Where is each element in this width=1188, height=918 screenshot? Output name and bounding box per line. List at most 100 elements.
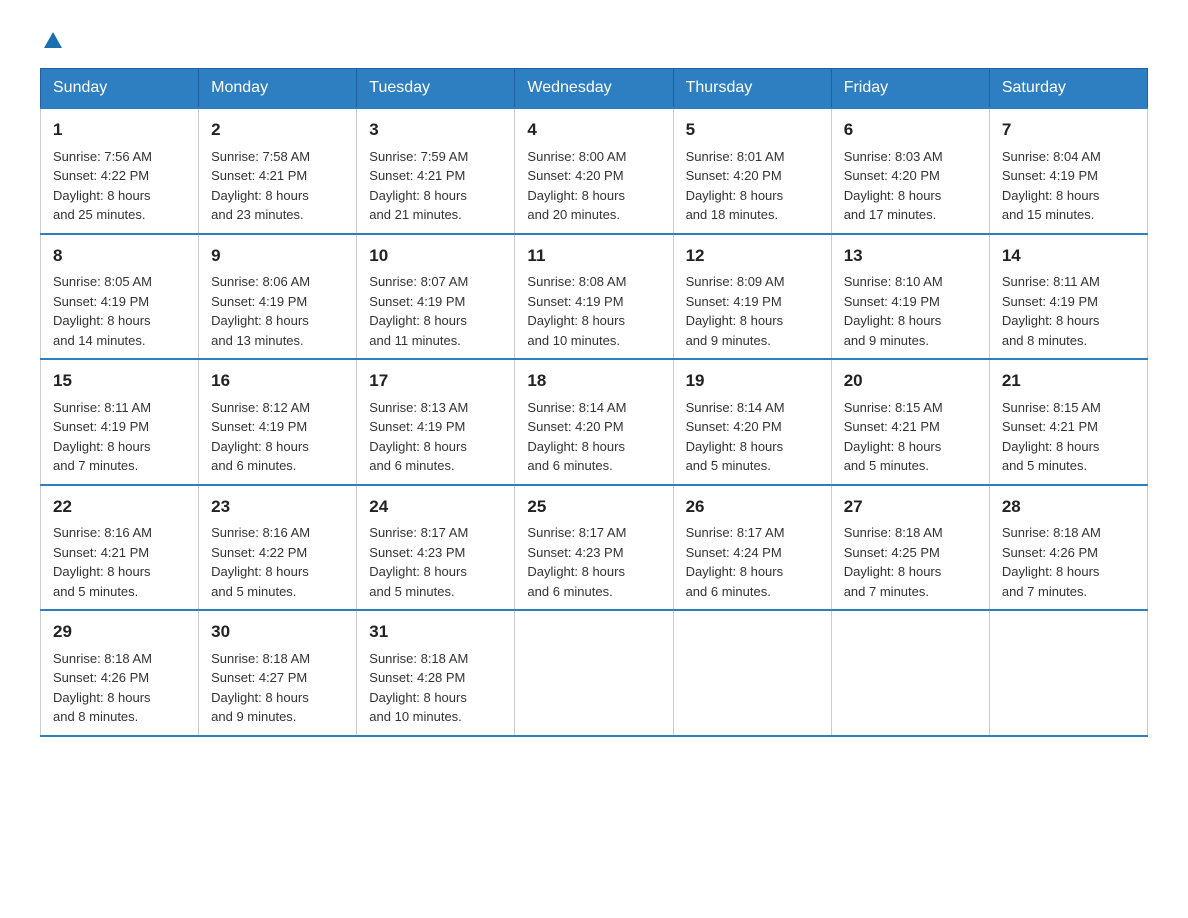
sunrise-label: Sunrise: 8:08 AM xyxy=(527,274,626,289)
sunset-label: Sunset: 4:20 PM xyxy=(686,168,782,183)
calendar-cell: 24 Sunrise: 8:17 AM Sunset: 4:23 PM Dayligh… xyxy=(357,485,515,611)
sunrise-label: Sunrise: 8:16 AM xyxy=(211,525,310,540)
sunset-label: Sunset: 4:21 PM xyxy=(211,168,307,183)
sunset-label: Sunset: 4:19 PM xyxy=(369,419,465,434)
day-number: 25 xyxy=(527,494,660,520)
day-number: 8 xyxy=(53,243,186,269)
sunset-label: Sunset: 4:20 PM xyxy=(527,168,623,183)
calendar-cell: 28Sunrise: 8:18 AMSunset: 4:26 PMDayligh… xyxy=(989,485,1147,611)
daylight-label: Daylight: 8 hoursand 15 minutes. xyxy=(1002,188,1100,223)
sunrise-label: Sunrise: 8:00 AM xyxy=(527,149,626,164)
calendar-cell xyxy=(515,610,673,736)
daylight-label: Daylight: 8 hoursand 14 minutes. xyxy=(53,313,151,348)
daylight-label: Daylight: 8 hoursand 10 minutes. xyxy=(369,690,467,725)
calendar-cell: 13 Sunrise: 8:10 AM Sunset: 4:19 PM Dayligh… xyxy=(831,234,989,360)
sunset-label: Sunset: 4:21 PM xyxy=(1002,419,1098,434)
sunset-label: Sunset: 4:23 PM xyxy=(369,545,465,560)
daylight-label: Daylight: 8 hoursand 8 minutes. xyxy=(53,690,151,725)
daylight-label: Daylight: 8 hoursand 7 minutes. xyxy=(53,439,151,474)
daylight-label: Daylight: 8 hoursand 5 minutes. xyxy=(369,564,467,599)
sunset-label: Sunset: 4:20 PM xyxy=(527,419,623,434)
daylight-label: Daylight: 8 hoursand 25 minutes. xyxy=(53,188,151,223)
day-number: 1 xyxy=(53,117,186,143)
daylight-label: Daylight: 8 hoursand 5 minutes. xyxy=(686,439,784,474)
calendar-cell: 30Sunrise: 8:18 AMSunset: 4:27 PMDayligh… xyxy=(199,610,357,736)
day-number: 14 xyxy=(1002,243,1135,269)
calendar-cell: 2Sunrise: 7:58 AMSunset: 4:21 PMDaylight… xyxy=(199,108,357,234)
sunrise-label: Sunrise: 8:05 AM xyxy=(53,274,152,289)
daylight-label: Daylight: 8 hoursand 5 minutes. xyxy=(211,564,309,599)
daylight-label: Daylight: 8 hoursand 17 minutes. xyxy=(844,188,942,223)
sunset-label: Sunset: 4:19 PM xyxy=(1002,294,1098,309)
calendar-cell xyxy=(831,610,989,736)
sunset-label: Sunset: 4:26 PM xyxy=(1002,545,1098,560)
sunrise-label: Sunrise: 8:13 AM xyxy=(369,400,468,415)
sunrise-label: Sunrise: 8:01 AM xyxy=(686,149,785,164)
daylight-label: Daylight: 8 hoursand 7 minutes. xyxy=(844,564,942,599)
sunrise-label: Sunrise: 8:03 AM xyxy=(844,149,943,164)
week-row-1: 1Sunrise: 7:56 AMSunset: 4:22 PMDaylight… xyxy=(41,108,1148,234)
sunset-label: Sunset: 4:19 PM xyxy=(686,294,782,309)
daylight-label: Daylight: 8 hoursand 20 minutes. xyxy=(527,188,625,223)
calendar-cell: 25Sunrise: 8:17 AMSunset: 4:23 PMDayligh… xyxy=(515,485,673,611)
day-number: 2 xyxy=(211,117,344,143)
day-number: 29 xyxy=(53,619,186,645)
sunrise-label: Sunrise: 8:18 AM xyxy=(844,525,943,540)
sunset-label: Sunset: 4:19 PM xyxy=(844,294,940,309)
calendar-table: Sunday Monday Tuesday Wednesday Thursday… xyxy=(40,68,1148,737)
sunset-label: Sunset: 4:21 PM xyxy=(53,545,149,560)
day-number: 24 xyxy=(369,494,502,520)
calendar-cell: 19Sunrise: 8:14 AMSunset: 4:20 PMDayligh… xyxy=(673,359,831,485)
sunset-label: Sunset: 4:19 PM xyxy=(211,294,307,309)
sunrise-label: Sunrise: 8:17 AM xyxy=(527,525,626,540)
daylight-label: Daylight: 8 hoursand 9 minutes. xyxy=(686,313,784,348)
sunrise-label: Sunrise: 8:14 AM xyxy=(527,400,626,415)
calendar-cell: 8 Sunrise: 8:05 AM Sunset: 4:19 PM Daylight… xyxy=(41,234,199,360)
calendar-cell: 15Sunrise: 8:11 AMSunset: 4:19 PMDayligh… xyxy=(41,359,199,485)
daylight-label: Daylight: 8 hoursand 9 minutes. xyxy=(844,313,942,348)
calendar-cell: 18 Sunrise: 8:14 AM Sunset: 4:20 PM Dayligh… xyxy=(515,359,673,485)
col-monday: Monday xyxy=(199,69,357,109)
day-number: 30 xyxy=(211,619,344,645)
sunrise-label: Sunrise: 8:17 AM xyxy=(369,525,468,540)
day-number: 28 xyxy=(1002,494,1135,520)
sunset-label: Sunset: 4:24 PM xyxy=(686,545,782,560)
sunrise-label: Sunrise: 8:16 AM xyxy=(53,525,152,540)
sunset-label: Sunset: 4:19 PM xyxy=(53,294,149,309)
week-row-5: 29Sunrise: 8:18 AMSunset: 4:26 PMDayligh… xyxy=(41,610,1148,736)
sunset-label: Sunset: 4:22 PM xyxy=(53,168,149,183)
day-number: 21 xyxy=(1002,368,1135,394)
calendar-cell: 22Sunrise: 8:16 AMSunset: 4:21 PMDayligh… xyxy=(41,485,199,611)
daylight-label: Daylight: 8 hoursand 5 minutes. xyxy=(53,564,151,599)
day-number: 13 xyxy=(844,243,977,269)
sunrise-label: Sunrise: 8:11 AM xyxy=(1002,274,1100,289)
calendar-cell: 12Sunrise: 8:09 AMSunset: 4:19 PMDayligh… xyxy=(673,234,831,360)
header-row: Sunday Monday Tuesday Wednesday Thursday… xyxy=(41,69,1148,109)
col-sunday: Sunday xyxy=(41,69,199,109)
col-friday: Friday xyxy=(831,69,989,109)
calendar-cell: 5Sunrise: 8:01 AMSunset: 4:20 PMDaylight… xyxy=(673,108,831,234)
daylight-label: Daylight: 8 hoursand 9 minutes. xyxy=(211,690,309,725)
sunrise-label: Sunrise: 8:15 AM xyxy=(844,400,943,415)
daylight-label: Daylight: 8 hoursand 18 minutes. xyxy=(686,188,784,223)
sunrise-label: Sunrise: 8:10 AM xyxy=(844,274,943,289)
day-number: 26 xyxy=(686,494,819,520)
calendar-cell: 27Sunrise: 8:18 AMSunset: 4:25 PMDayligh… xyxy=(831,485,989,611)
daylight-label: Daylight: 8 hoursand 7 minutes. xyxy=(1002,564,1100,599)
sunrise-label: Sunrise: 8:14 AM xyxy=(686,400,785,415)
sunset-label: Sunset: 4:21 PM xyxy=(369,168,465,183)
sunset-label: Sunset: 4:21 PM xyxy=(844,419,940,434)
sunset-label: Sunset: 4:20 PM xyxy=(686,419,782,434)
sunrise-label: Sunrise: 8:09 AM xyxy=(686,274,785,289)
sunset-label: Sunset: 4:22 PM xyxy=(211,545,307,560)
day-number: 17 xyxy=(369,368,502,394)
daylight-label: Daylight: 8 hoursand 6 minutes. xyxy=(527,439,625,474)
day-number: 18 xyxy=(527,368,660,394)
day-number: 3 xyxy=(369,117,502,143)
week-row-4: 22Sunrise: 8:16 AMSunset: 4:21 PMDayligh… xyxy=(41,485,1148,611)
daylight-label: Daylight: 8 hoursand 5 minutes. xyxy=(844,439,942,474)
sunset-label: Sunset: 4:27 PM xyxy=(211,670,307,685)
sunset-label: Sunset: 4:19 PM xyxy=(369,294,465,309)
calendar-cell: 17Sunrise: 8:13 AMSunset: 4:19 PMDayligh… xyxy=(357,359,515,485)
logo xyxy=(40,30,66,48)
